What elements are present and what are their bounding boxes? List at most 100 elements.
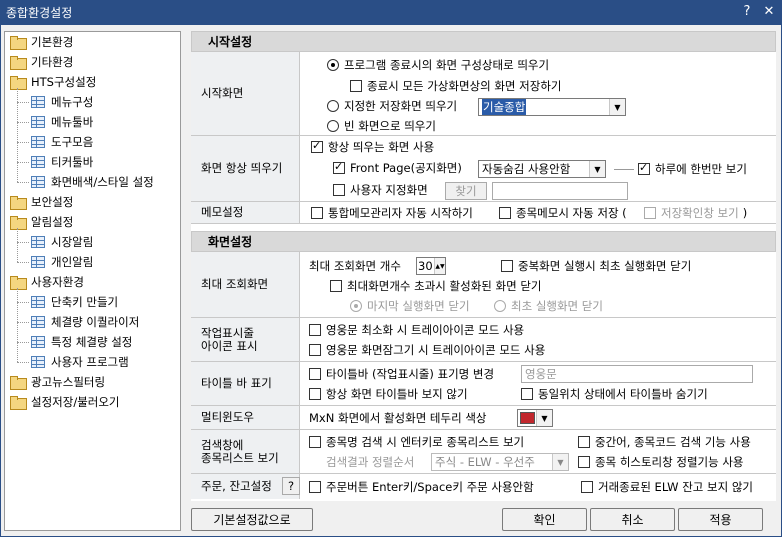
border-color-picker[interactable]: ▼ bbox=[517, 409, 553, 427]
radio-icon[interactable] bbox=[327, 100, 339, 112]
tree-item[interactable]: 사용자 프로그램 bbox=[31, 352, 129, 372]
tree-item[interactable]: 사용자환경 bbox=[10, 272, 84, 292]
opt-enter-space[interactable]: 주문버튼 Enter키/Space키 주문 사용안함 bbox=[309, 479, 534, 495]
radio-icon[interactable] bbox=[327, 120, 339, 132]
tree-item[interactable]: 광고뉴스필터링 bbox=[10, 372, 105, 392]
checkbox-icon[interactable] bbox=[311, 207, 323, 219]
settings-tree[interactable]: 기본환경기타환경 HTS구성설정 메뉴구성 메뉴툴바 도구모음 티커툴바 화면배색/스타일 … bbox=[4, 31, 181, 531]
chevron-down-icon[interactable]: ▼ bbox=[552, 454, 568, 470]
radio-icon[interactable] bbox=[327, 59, 339, 71]
defaults-button[interactable]: 기본설정값으로 bbox=[191, 508, 313, 531]
checkbox-icon[interactable] bbox=[330, 280, 342, 292]
tree-item[interactable]: 설정저장/불러오기 bbox=[10, 392, 120, 412]
opt-dup-close[interactable]: 중복화면 실행시 최초 실행화면 닫기 bbox=[501, 258, 691, 274]
opt-hide-docked-titlebar[interactable]: 동일위치 상태에서 타이틀바 숨기기 bbox=[521, 386, 708, 402]
opt-hide-titlebar[interactable]: 항상 화면 타이틀바 보지 않기 bbox=[309, 386, 468, 402]
tree-item[interactable]: 개인알림 bbox=[31, 252, 93, 272]
sort-order-select[interactable]: 주식 - ELW - 우선주 ▼ bbox=[431, 453, 569, 471]
opt-restore-layout[interactable]: 프로그램 종료시의 화면 구성상태로 띄우기 bbox=[327, 57, 549, 73]
tree-item-label: 단축키 만들기 bbox=[51, 295, 119, 309]
opt-close-first[interactable]: 최초 실행화면 닫기 bbox=[494, 298, 603, 314]
cancel-button[interactable]: 취소 bbox=[590, 508, 675, 531]
tree-item[interactable]: 기본환경 bbox=[10, 32, 73, 52]
checkbox-icon[interactable] bbox=[578, 456, 590, 468]
spin-icon[interactable]: ▲▼ bbox=[434, 258, 445, 274]
chevron-down-icon[interactable]: ▼ bbox=[536, 410, 552, 426]
checkbox-icon[interactable] bbox=[578, 436, 590, 448]
row-multiwindow: 멀티윈도우 MxN 화면에서 활성화면 테두리 색상 ▼ bbox=[191, 406, 776, 430]
tree-item-label: 기본환경 bbox=[31, 35, 74, 49]
opt-history-sort[interactable]: 종목 히스토리창 정렬기능 사용 bbox=[578, 454, 744, 470]
tree-item[interactable]: 화면배색/스타일 설정 bbox=[31, 172, 154, 192]
user-screen-field[interactable] bbox=[492, 182, 628, 200]
opt-memo-view-saved[interactable]: 저장확인창 보기) bbox=[644, 205, 747, 221]
checkbox-icon[interactable] bbox=[311, 139, 323, 153]
find-button[interactable]: 찾기 bbox=[445, 182, 487, 200]
row-max-screens: 최대 조회화면 최대 조회화면 개수 30 ▲▼ 중복화면 실행시 최초 실행화면… bbox=[191, 252, 776, 318]
tree-item[interactable]: 기타환경 bbox=[10, 52, 73, 72]
checkbox-icon[interactable] bbox=[644, 207, 656, 219]
opt-close-last[interactable]: 마지막 실행화면 닫기 bbox=[350, 298, 470, 314]
opt-frontpage[interactable]: Front Page(공지화면) bbox=[333, 160, 462, 176]
close-icon[interactable]: ✕ bbox=[760, 3, 778, 21]
opt-saved-screen[interactable]: 지정한 저장화면 띄우기 bbox=[327, 98, 457, 114]
checkbox-icon[interactable] bbox=[309, 436, 321, 448]
checkbox-icon[interactable] bbox=[333, 160, 345, 174]
checkbox-icon[interactable] bbox=[499, 207, 511, 219]
opt-always-use[interactable]: 항상 띄우는 화면 사용 bbox=[311, 139, 434, 155]
checkbox-icon[interactable] bbox=[309, 368, 321, 380]
chevron-down-icon[interactable]: ▼ bbox=[609, 99, 625, 115]
checkbox-icon[interactable] bbox=[309, 481, 321, 493]
checkbox-icon[interactable] bbox=[521, 388, 533, 400]
checkbox-icon[interactable] bbox=[309, 388, 321, 400]
grid-icon bbox=[31, 136, 45, 148]
checkbox-icon[interactable] bbox=[581, 481, 593, 493]
chevron-down-icon[interactable]: ▼ bbox=[589, 161, 605, 177]
opt-rename-titlebar[interactable]: 타이틀바 (작업표시줄) 표기명 변경 bbox=[309, 366, 494, 382]
tree-item[interactable]: 체결량 이퀄라이저 bbox=[31, 312, 139, 332]
tree-item[interactable]: 단축키 만들기 bbox=[31, 292, 118, 312]
opt-memo-auto-save[interactable]: 종목메모시 자동 저장 ( bbox=[499, 205, 627, 221]
apply-button[interactable]: 적용 bbox=[678, 508, 763, 531]
help-icon[interactable]: ? bbox=[738, 3, 756, 21]
order-help-button[interactable]: ? bbox=[282, 477, 300, 495]
opt-tray-minimize[interactable]: 영웅문 최소화 시 트레이아이콘 모드 사용 bbox=[309, 322, 524, 338]
checkbox-icon[interactable] bbox=[638, 161, 650, 175]
section-header-startup: 시작설정 bbox=[191, 31, 776, 52]
opt-tray-lock[interactable]: 영웅문 화면잠그기 시 트레이아이콘 모드 사용 bbox=[309, 342, 545, 358]
opt-user-screen[interactable]: 사용자 지정화면 bbox=[333, 182, 428, 198]
tree-item[interactable]: 보안설정 bbox=[10, 192, 73, 212]
opt-memo-auto-start[interactable]: 통합메모관리자 자동 시작하기 bbox=[311, 205, 473, 221]
tree-item[interactable]: 시장알림 bbox=[31, 232, 93, 252]
opt-blank[interactable]: 빈 화면으로 띄우기 bbox=[327, 118, 436, 134]
sort-label: 검색결과 정렬순서 bbox=[326, 455, 415, 469]
tree-item[interactable]: 메뉴툴바 bbox=[31, 112, 93, 132]
tree-item[interactable]: 알림설정 bbox=[10, 212, 73, 232]
opt-middle-search[interactable]: 중간어, 종목코드 검색 기능 사용 bbox=[578, 434, 751, 450]
checkbox-icon[interactable] bbox=[501, 260, 513, 272]
opt-hide-expired-elw[interactable]: 거래종료된 ELW 잔고 보지 않기 bbox=[581, 479, 753, 495]
checkbox-icon[interactable] bbox=[309, 344, 321, 356]
opt-once-a-day[interactable]: 하루에 한번만 보기 bbox=[638, 161, 747, 177]
opt-enter-list[interactable]: 종목명 검색 시 엔터키로 종목리스트 보기 bbox=[309, 434, 524, 450]
radio-icon[interactable] bbox=[494, 300, 506, 312]
radio-icon[interactable] bbox=[350, 300, 362, 312]
tree-item[interactable]: 특정 체결량 설정 bbox=[31, 332, 132, 352]
checkbox-icon[interactable] bbox=[350, 80, 362, 92]
tree-item[interactable]: 티커툴바 bbox=[31, 152, 93, 172]
opt-exceed-close[interactable]: 최대화면개수 초과시 활성화된 화면 닫기 bbox=[330, 278, 541, 294]
ok-button[interactable]: 확인 bbox=[502, 508, 587, 531]
opt-save-virtual[interactable]: 종료시 모든 가상화면상의 화면 저장하기 bbox=[350, 78, 561, 94]
max-count-stepper[interactable]: 30 ▲▼ bbox=[416, 257, 446, 275]
frontpage-select[interactable]: 자동숨김 사용안함 ▼ bbox=[478, 160, 606, 178]
checkbox-icon[interactable] bbox=[309, 324, 321, 336]
tree-item[interactable]: 도구모음 bbox=[31, 132, 93, 152]
saved-screen-select[interactable]: 기술종합 ▼ bbox=[478, 98, 626, 116]
checkbox-icon[interactable] bbox=[333, 184, 345, 196]
grid-icon bbox=[31, 156, 45, 168]
tree-connector bbox=[17, 228, 18, 262]
titlebar-name-field[interactable]: 영웅문 bbox=[521, 365, 753, 383]
tree-item[interactable]: 메뉴구성 bbox=[31, 92, 93, 112]
tree-item[interactable]: HTS구성설정 bbox=[10, 72, 96, 92]
folder-icon bbox=[10, 376, 27, 390]
